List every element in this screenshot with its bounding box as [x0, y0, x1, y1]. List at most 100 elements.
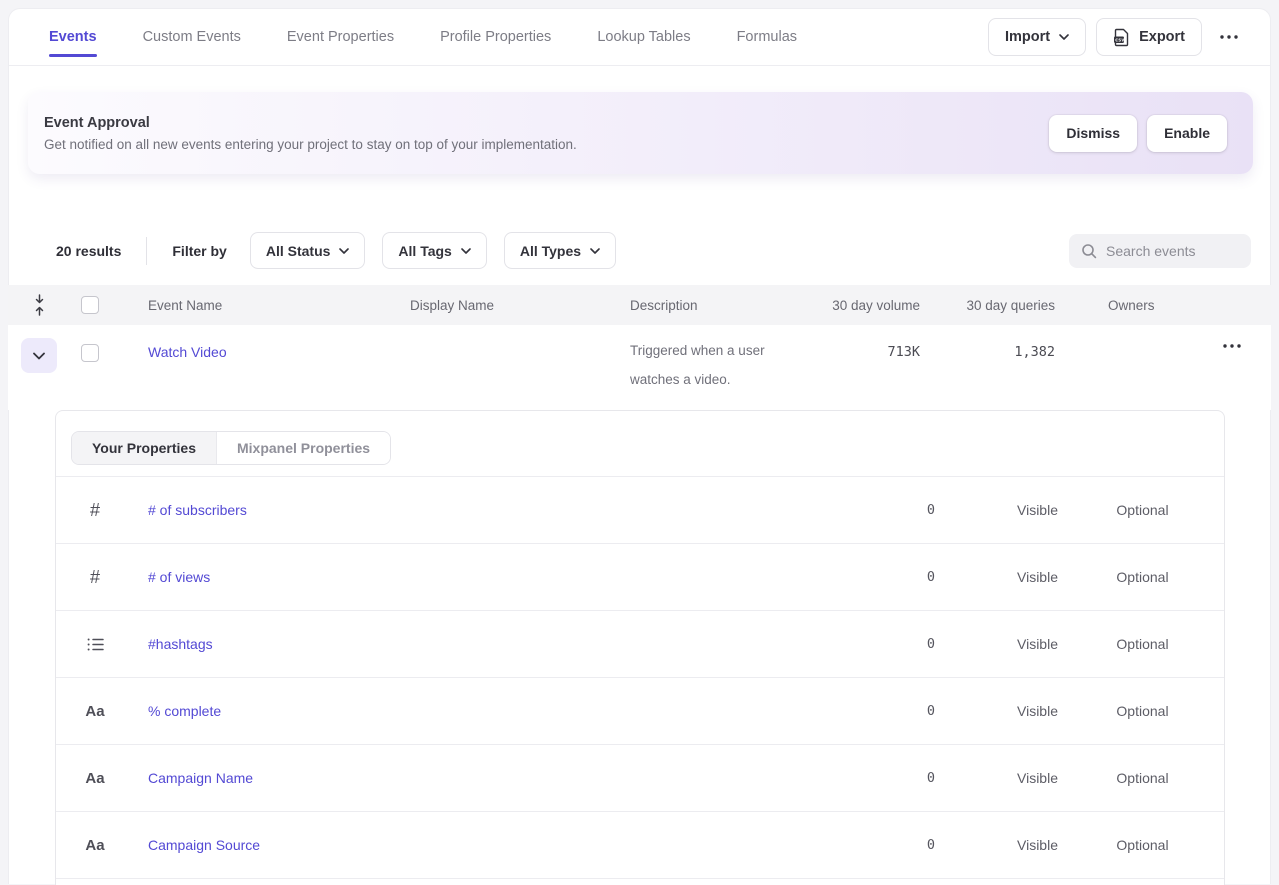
tab-lookup-tables[interactable]: Lookup Tables — [597, 9, 690, 65]
header-owners: Owners — [1055, 298, 1165, 313]
select-all-checkbox[interactable] — [81, 296, 99, 314]
tab-mixpanel-properties[interactable]: Mixpanel Properties — [216, 432, 390, 464]
property-row: Aa Campaign Source 0 Visible Optional — [56, 812, 1224, 879]
banner-text: Event Approval Get notified on all new e… — [44, 115, 577, 152]
chevron-down-icon — [461, 248, 471, 254]
tab-event-properties[interactable]: Event Properties — [287, 9, 394, 65]
banner-actions: Dismiss Enable — [1049, 115, 1227, 152]
row-checkbox[interactable] — [81, 344, 99, 362]
select-all-cell — [70, 296, 108, 314]
row-select-cell — [70, 325, 108, 362]
export-button-label: Export — [1139, 29, 1185, 45]
list-icon — [84, 637, 106, 652]
collapse-row-chevron-icon[interactable] — [21, 338, 57, 373]
property-row: # # of subscribers 0 Visible Optional — [56, 477, 1224, 544]
search-box — [1069, 234, 1251, 268]
tab-events[interactable]: Events — [49, 9, 97, 65]
property-name-link[interactable]: % complete — [148, 703, 815, 719]
import-button-label: Import — [1005, 29, 1050, 45]
property-row: #hashtags 0 Visible Optional — [56, 611, 1224, 678]
event-name-link[interactable]: Watch Video — [148, 344, 227, 360]
property-visibility[interactable]: Visible — [985, 703, 1090, 719]
svg-text:csv: csv — [1115, 37, 1124, 43]
header-description: Description — [590, 298, 780, 313]
description-cell: Triggered when a user watches a video. — [590, 325, 780, 394]
property-requirement[interactable]: Optional — [1090, 703, 1195, 719]
table-row-watch-video: Watch Video Triggered when a user watche… — [8, 325, 1271, 410]
property-value: 0 — [815, 636, 935, 652]
property-row: # # of views 0 Visible Optional — [56, 544, 1224, 611]
more-horizontal-icon — [1220, 35, 1238, 39]
row-more-button[interactable] — [1217, 338, 1247, 354]
chevron-down-icon — [1059, 34, 1069, 40]
row-more-cell — [1165, 325, 1271, 354]
property-row: Aa % complete 0 Visible Optional — [56, 678, 1224, 745]
property-visibility[interactable]: Visible — [985, 502, 1090, 518]
chevron-down-icon — [339, 248, 349, 254]
header-event-name: Event Name — [108, 298, 370, 313]
property-requirement[interactable]: Optional — [1090, 502, 1195, 518]
property-name-link[interactable]: Campaign Source — [148, 837, 815, 853]
number-icon: # — [84, 567, 106, 588]
property-requirement[interactable]: Optional — [1090, 837, 1195, 853]
property-visibility[interactable]: Visible — [985, 770, 1090, 786]
header-30-day-queries: 30 day queries — [920, 298, 1055, 313]
tab-formulas[interactable]: Formulas — [737, 9, 797, 65]
enable-button[interactable]: Enable — [1147, 115, 1227, 152]
banner-description: Get notified on all new events entering … — [44, 137, 577, 152]
property-name-link[interactable]: Campaign Name — [148, 770, 815, 786]
volume-value: 713K — [887, 344, 920, 360]
property-row: Aa Campaign Name 0 Visible Optional — [56, 745, 1224, 812]
search-input[interactable] — [1106, 243, 1239, 259]
collapse-all-icon[interactable] — [33, 294, 46, 316]
property-requirement[interactable]: Optional — [1090, 770, 1195, 786]
tab-your-properties[interactable]: Your Properties — [72, 432, 216, 464]
filter-bar: 20 results Filter by All Status All Tags… — [8, 232, 1271, 269]
property-value: 0 — [815, 502, 935, 518]
search-icon — [1081, 243, 1097, 259]
property-value: 0 — [815, 837, 935, 853]
types-filter-label: All Types — [520, 243, 581, 259]
text-icon: Aa — [84, 837, 106, 854]
collapse-all-cell — [8, 294, 70, 316]
property-visibility[interactable]: Visible — [985, 569, 1090, 585]
more-menu-button[interactable] — [1212, 18, 1246, 56]
status-filter-dropdown[interactable]: All Status — [250, 232, 366, 269]
types-filter-dropdown[interactable]: All Types — [504, 232, 616, 269]
property-visibility[interactable]: Visible — [985, 636, 1090, 652]
more-horizontal-icon — [1223, 344, 1241, 348]
property-requirement[interactable]: Optional — [1090, 636, 1195, 652]
header-display-name: Display Name — [370, 298, 590, 313]
export-button[interactable]: csv Export — [1096, 18, 1202, 56]
property-name-link[interactable]: # of subscribers — [148, 502, 815, 518]
expand-cell — [8, 325, 70, 373]
event-properties-panel: Your Properties Mixpanel Properties # # … — [55, 410, 1225, 885]
property-requirement[interactable]: Optional — [1090, 569, 1195, 585]
properties-tabs-header: Your Properties Mixpanel Properties — [56, 411, 1224, 477]
property-visibility[interactable]: Visible — [985, 837, 1090, 853]
top-nav: Events Custom Events Event Properties Pr… — [9, 9, 1270, 66]
header-30-day-volume: 30 day volume — [780, 298, 920, 313]
csv-file-icon: csv — [1113, 28, 1130, 47]
tags-filter-dropdown[interactable]: All Tags — [382, 232, 486, 269]
status-filter-label: All Status — [266, 243, 331, 259]
results-count: 20 results — [56, 243, 121, 259]
filter-dropdowns: All Status All Tags All Types — [250, 232, 616, 269]
banner-title: Event Approval — [44, 115, 577, 131]
number-icon: # — [84, 500, 106, 521]
tab-profile-properties[interactable]: Profile Properties — [440, 9, 551, 65]
property-value: 0 — [815, 770, 935, 786]
property-value: 0 — [815, 703, 935, 719]
property-name-link[interactable]: #hashtags — [148, 636, 815, 652]
event-description: Triggered when a user watches a video. — [630, 336, 780, 394]
text-icon: Aa — [84, 770, 106, 787]
import-button[interactable]: Import — [988, 18, 1086, 56]
volume-cell: 713K — [780, 325, 920, 360]
event-approval-banner: Event Approval Get notified on all new e… — [28, 92, 1253, 174]
dismiss-button[interactable]: Dismiss — [1049, 115, 1137, 152]
nav-actions: Import csv Export — [988, 18, 1246, 56]
queries-value: 1,382 — [1014, 344, 1055, 360]
property-name-link[interactable]: # of views — [148, 569, 815, 585]
tab-custom-events[interactable]: Custom Events — [143, 9, 241, 65]
property-value: 0 — [815, 569, 935, 585]
